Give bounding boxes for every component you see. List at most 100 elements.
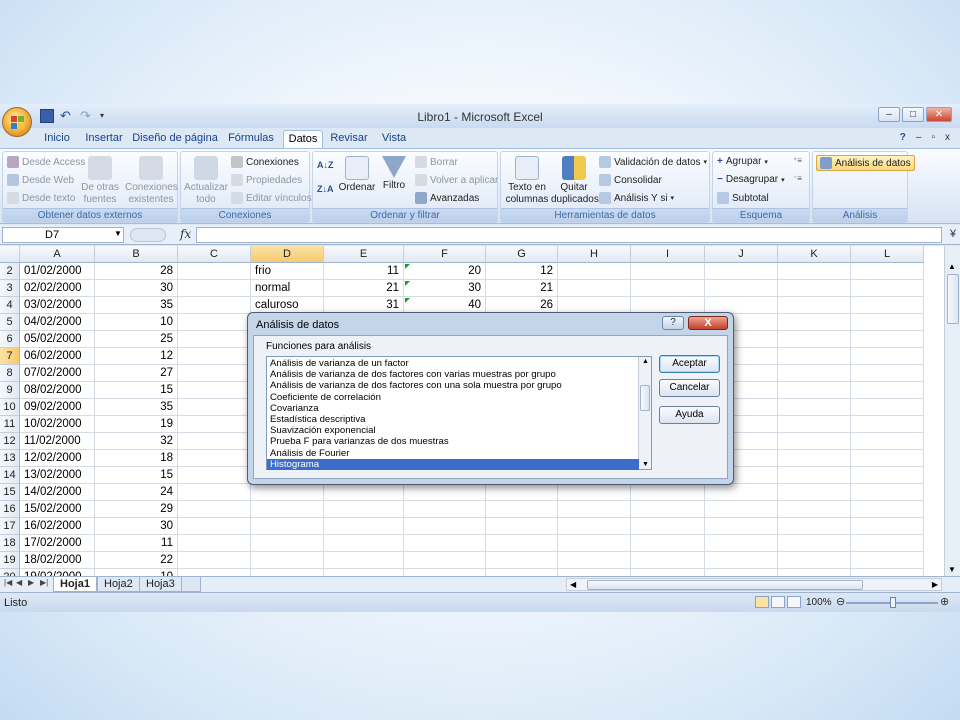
column-header-b[interactable]: B (95, 246, 178, 263)
column-header-h[interactable]: H (558, 246, 631, 263)
table-cell[interactable] (705, 535, 778, 552)
row-header[interactable]: 16 (0, 501, 20, 518)
table-cell[interactable]: 30 (95, 280, 178, 297)
table-cell[interactable] (178, 416, 251, 433)
table-cell[interactable]: 28 (95, 263, 178, 280)
desde-access-button[interactable]: Desde Access (7, 156, 85, 168)
table-cell[interactable] (851, 297, 924, 314)
list-item[interactable]: Histograma (267, 458, 639, 470)
table-cell[interactable]: 04/02/2000 (20, 314, 95, 331)
table-cell[interactable] (558, 280, 631, 297)
agrupar-button[interactable]: + Agrupar ▾ (717, 156, 768, 167)
table-cell[interactable] (404, 552, 486, 569)
table-cell[interactable] (851, 280, 924, 297)
table-cell[interactable]: 24 (95, 484, 178, 501)
close-button[interactable]: ✕ (926, 107, 952, 122)
table-cell[interactable] (178, 518, 251, 535)
table-cell[interactable] (178, 314, 251, 331)
table-cell[interactable]: 09/02/2000 (20, 399, 95, 416)
table-cell[interactable] (486, 484, 558, 501)
table-cell[interactable]: 19 (95, 416, 178, 433)
table-cell[interactable] (178, 348, 251, 365)
table-cell[interactable]: 12 (95, 348, 178, 365)
table-cell[interactable] (486, 518, 558, 535)
table-cell[interactable]: 32 (95, 433, 178, 450)
table-cell[interactable]: 02/02/2000 (20, 280, 95, 297)
list-item[interactable]: Análisis de Fourier (267, 448, 639, 459)
tab-diseno-pagina[interactable]: Diseño de página (132, 130, 218, 148)
sheet-tab-hoja1[interactable]: Hoja1 (53, 577, 97, 592)
table-cell[interactable] (705, 484, 778, 501)
dialog-help-button[interactable]: ? (662, 316, 684, 330)
table-cell[interactable]: 10 (95, 569, 178, 576)
next-sheet-icon[interactable]: ▶ (28, 578, 34, 587)
table-cell[interactable] (705, 518, 778, 535)
tab-inicio[interactable]: Inicio (38, 130, 76, 148)
fx-icon[interactable]: fx (180, 227, 191, 241)
sheet-tab-hoja3[interactable]: Hoja3 (139, 577, 182, 592)
validacion-datos-button[interactable]: Validación de datos ▾ (599, 156, 707, 168)
list-scrollbar[interactable]: ▲ ▼ (638, 357, 651, 469)
table-cell[interactable]: 20 (404, 263, 486, 280)
row-header[interactable]: 10 (0, 399, 20, 416)
minimize-button[interactable]: – (878, 107, 900, 122)
table-cell[interactable]: 07/02/2000 (20, 365, 95, 382)
column-header-d[interactable]: D (251, 246, 324, 263)
table-cell[interactable] (778, 416, 851, 433)
table-cell[interactable] (178, 331, 251, 348)
texto-columnas-button[interactable]: Texto en columnas (503, 156, 551, 206)
table-cell[interactable] (851, 501, 924, 518)
table-cell[interactable] (558, 518, 631, 535)
table-cell[interactable]: 15 (95, 467, 178, 484)
table-cell[interactable]: 06/02/2000 (20, 348, 95, 365)
table-cell[interactable] (631, 518, 705, 535)
column-header-i[interactable]: I (631, 246, 705, 263)
table-cell[interactable] (324, 535, 404, 552)
table-cell[interactable] (178, 501, 251, 518)
list-scroll-thumb[interactable] (640, 385, 650, 411)
table-cell[interactable] (178, 535, 251, 552)
row-header[interactable]: 11 (0, 416, 20, 433)
table-cell[interactable]: 35 (95, 399, 178, 416)
table-cell[interactable] (705, 280, 778, 297)
table-cell[interactable] (486, 569, 558, 576)
first-sheet-icon[interactable]: |◀ (4, 578, 12, 587)
normal-view-icon[interactable] (755, 596, 769, 608)
tab-formulas[interactable]: Fórmulas (224, 130, 278, 148)
tab-insertar[interactable]: Insertar (82, 130, 126, 148)
table-cell[interactable]: 14/02/2000 (20, 484, 95, 501)
table-cell[interactable] (251, 484, 324, 501)
show-detail-icon[interactable]: ⁺≡ (793, 156, 802, 165)
table-cell[interactable] (404, 501, 486, 518)
zoom-in-icon[interactable]: ⊕ (940, 595, 949, 608)
table-cell[interactable] (851, 263, 924, 280)
vertical-scroll-thumb[interactable] (947, 274, 959, 324)
analisis-ysi-button[interactable]: Análisis Y si ▾ (599, 192, 674, 204)
list-item[interactable]: Suavización exponencial (267, 425, 639, 436)
table-cell[interactable] (705, 263, 778, 280)
list-item[interactable]: Análisis de varianza de un factor (267, 358, 639, 369)
avanzadas-button[interactable]: Avanzadas (415, 192, 479, 204)
column-header-g[interactable]: G (486, 246, 558, 263)
propiedades-button[interactable]: Propiedades (231, 174, 302, 186)
table-cell[interactable] (851, 535, 924, 552)
row-header[interactable]: 12 (0, 433, 20, 450)
table-cell[interactable]: 27 (95, 365, 178, 382)
table-cell[interactable]: 35 (95, 297, 178, 314)
list-scroll-down-icon[interactable]: ▼ (642, 461, 649, 468)
table-cell[interactable] (486, 552, 558, 569)
actualizar-todo-button[interactable]: Actualizar todo (183, 156, 229, 206)
table-cell[interactable] (851, 450, 924, 467)
table-cell[interactable]: 13/02/2000 (20, 467, 95, 484)
list-item[interactable]: Prueba F para varianzas de dos muestras (267, 436, 639, 447)
row-header[interactable]: 9 (0, 382, 20, 399)
table-cell[interactable] (778, 569, 851, 576)
formula-bar-divider[interactable] (130, 228, 166, 242)
list-item[interactable]: Covarianza (267, 403, 639, 414)
borrar-button[interactable]: Borrar (415, 156, 458, 168)
row-header[interactable]: 4 (0, 297, 20, 314)
horizontal-scrollbar[interactable]: ◀ ▶ (566, 578, 942, 591)
table-cell[interactable] (486, 535, 558, 552)
table-cell[interactable] (178, 382, 251, 399)
table-cell[interactable] (404, 484, 486, 501)
